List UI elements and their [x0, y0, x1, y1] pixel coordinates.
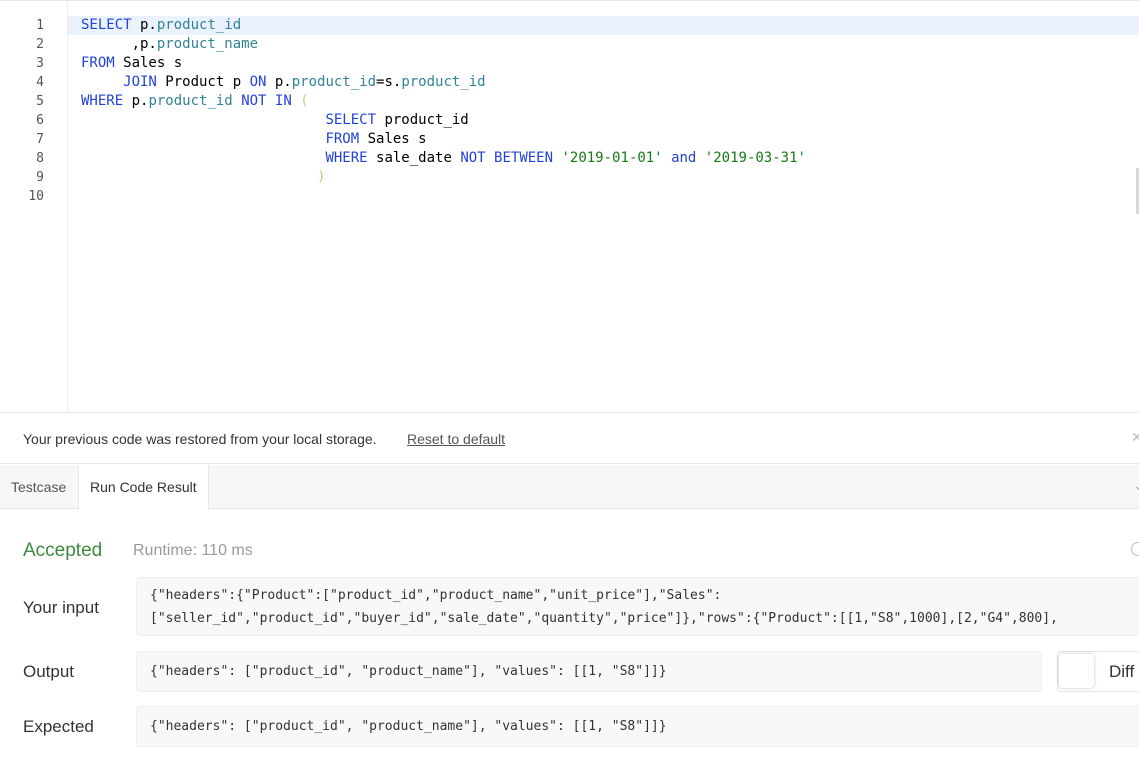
line-number: 6 — [36, 113, 44, 128]
code-token: WHERE — [81, 93, 124, 109]
your-input-box[interactable]: {"headers":{"Product":["product_id","pro… — [136, 577, 1139, 636]
code-token: WHERE — [325, 150, 368, 166]
line-number: 9 — [36, 170, 44, 185]
info-icon[interactable] — [1131, 542, 1139, 558]
code-line[interactable]: FROM Sales s — [68, 130, 1139, 149]
diff-toggle-knob[interactable] — [1059, 654, 1094, 688]
runtime-text: Runtime: 110 ms — [133, 542, 253, 559]
line-number: 3 — [36, 56, 44, 71]
code-token: product_id — [376, 112, 469, 128]
code-line[interactable]: WHERE sale_date NOT BETWEEN '2019-01-01'… — [68, 149, 1139, 168]
code-token: SELECT — [325, 112, 377, 128]
code-token: p. — [131, 17, 157, 33]
line-number: 10 — [28, 189, 44, 204]
code-token: JOIN — [81, 74, 157, 90]
code-token: Sales s — [114, 55, 183, 71]
code-token: ON — [249, 74, 267, 90]
tab-testcase[interactable]: Testcase — [0, 465, 77, 509]
code-token: and — [671, 150, 697, 166]
code-token: ,p. — [81, 36, 157, 52]
code-token: =s. — [376, 74, 402, 90]
close-icon[interactable]: ✕ — [1131, 429, 1139, 446]
restore-message: Your previous code was restored from you… — [23, 431, 377, 447]
code-token: product_id — [148, 93, 233, 109]
code-line[interactable]: ) — [68, 168, 1139, 187]
diff-toggle[interactable]: Diff — [1057, 651, 1139, 692]
line-number-gutter: 1 2 3 4 5 6 7 8 9 10 — [0, 1, 68, 412]
code-token: p. — [266, 74, 292, 90]
code-token: NOT BETWEEN — [460, 150, 554, 166]
line-number: 1 — [36, 18, 44, 33]
code-token: sale_date — [367, 150, 461, 166]
code-line[interactable]: SELECT product_id — [68, 111, 1139, 130]
code-token: ( — [300, 93, 309, 109]
code-line[interactable]: FROM Sales s — [68, 54, 1139, 73]
code-token: Product p — [156, 74, 250, 90]
expected-box: {"headers": ["product_id", "product_name… — [136, 706, 1139, 747]
output-label: Output — [23, 662, 75, 681]
code-token: SELECT — [81, 17, 132, 33]
output-box: {"headers": ["product_id", "product_name… — [136, 651, 1042, 692]
line-number: 8 — [36, 151, 44, 166]
result-panel: Accepted Runtime: 110 ms Your input {"he… — [0, 510, 1139, 768]
code-token: Sales s — [359, 131, 427, 147]
code-token: NOT IN — [241, 93, 292, 109]
diff-label: Diff — [1109, 662, 1135, 681]
input-line: [3,"iPhone",1400]],"Sales":[[1,1,1,"2019… — [150, 631, 1011, 635]
code-token: ) — [317, 169, 326, 185]
code-token: '2019-01-01' — [561, 150, 663, 166]
code-line[interactable]: JOIN Product p ON p.product_id=s.product… — [68, 73, 1139, 92]
code-token: p. — [123, 93, 149, 109]
code-token: product_id — [156, 17, 242, 33]
your-input-label: Your input — [23, 598, 99, 617]
code-token: '2019-03-31' — [704, 150, 806, 166]
code-token: FROM — [81, 55, 115, 71]
tab-run-code-result[interactable]: Run Code Result — [78, 465, 209, 510]
input-line: ["seller_id","product_id","buyer_id","sa… — [150, 611, 1058, 626]
code-line[interactable]: ,p.product_name — [68, 35, 1139, 54]
line-number: 4 — [36, 75, 44, 90]
code-line[interactable] — [68, 187, 1139, 206]
code-line[interactable]: WHERE p.product_id NOT IN ( — [68, 92, 1139, 111]
chevron-down-icon[interactable]: ⌄ — [1133, 477, 1139, 494]
console-tabs: Testcase Run Code Result ⌄ — [0, 465, 1139, 510]
status-accepted: Accepted — [23, 540, 103, 561]
line-number: 5 — [36, 94, 44, 109]
input-line: {"headers":{"Product":["product_id","pro… — [150, 588, 722, 603]
code-token: product_name — [156, 36, 259, 52]
code-area[interactable]: SELECT p.product_id ,p.product_name FROM … — [68, 1, 1139, 412]
code-token: product_id — [291, 74, 377, 90]
line-number: 2 — [36, 37, 44, 52]
reset-to-default-link[interactable]: Reset to default — [407, 431, 505, 447]
code-editor[interactable]: 1 2 3 4 5 6 7 8 9 10 SELECT p.product_id ,p.produ… — [0, 0, 1139, 413]
code-line[interactable]: SELECT p.product_id — [68, 16, 1139, 35]
line-number: 7 — [36, 132, 44, 147]
code-token: product_id — [401, 74, 486, 90]
expected-label: Expected — [23, 717, 94, 736]
code-token: FROM — [325, 131, 360, 147]
restore-notice: Your previous code was restored from you… — [0, 414, 1139, 464]
